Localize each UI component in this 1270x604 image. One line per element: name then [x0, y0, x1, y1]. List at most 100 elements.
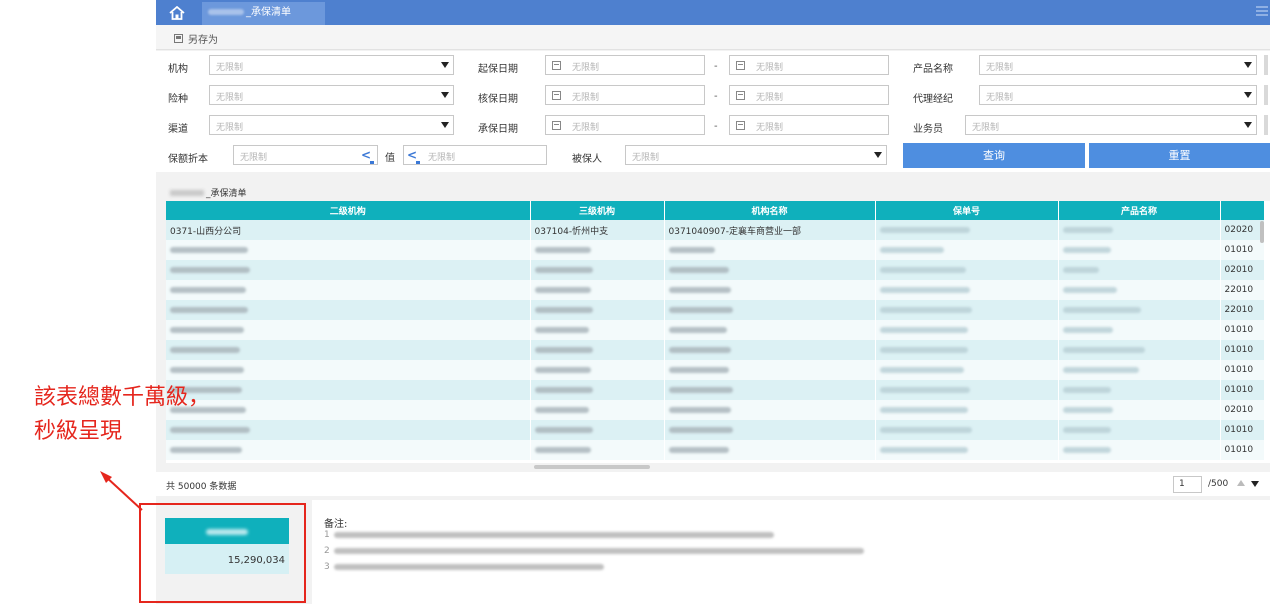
premium-from-input[interactable]: 无限制 [233, 145, 378, 165]
table-cell [664, 320, 876, 340]
redacted-text [534, 306, 593, 313]
class-select[interactable]: 无限制 [209, 85, 454, 105]
column-header[interactable]: 产品名称 [1058, 201, 1221, 220]
table-row[interactable]: 01010 [166, 320, 1265, 340]
home-button[interactable] [156, 0, 198, 25]
note-line: 2 [324, 546, 864, 556]
premium-to-input[interactable]: 无限制 < [403, 145, 547, 165]
calendar-icon [552, 91, 561, 100]
table-row[interactable]: 01010 [166, 380, 1265, 400]
table-row[interactable]: 01010 [166, 240, 1265, 260]
save-as-button[interactable]: 另存为 [174, 31, 218, 46]
pager-bar: 共 50000 条数据 1 /500 [156, 472, 1270, 496]
agent-select[interactable]: 无限制 [979, 85, 1257, 105]
table-cell [664, 400, 876, 420]
class-select-value: 无限制 [216, 93, 244, 103]
table-row[interactable]: 01010 [166, 440, 1265, 460]
redacted-text [879, 286, 970, 293]
column-header[interactable]: 保单号 [875, 201, 1059, 220]
policy-table[interactable]: 二级机构 三级机构 机构名称 保单号 产品名称 0371-山西分公司 037104… [166, 201, 1270, 463]
redacted-text [879, 446, 968, 453]
salesman-select[interactable]: 无限制 [965, 115, 1257, 135]
column-header[interactable]: 二级机构 [166, 201, 531, 220]
table-row[interactable]: 0371-山西分公司 037104-忻州中支 0371040907-定襄车商营业一部… [166, 220, 1265, 240]
table-row[interactable]: 02010 [166, 260, 1265, 280]
table-cell [166, 300, 531, 320]
insured-select[interactable]: 无限制 [625, 145, 887, 165]
redacted-text [879, 246, 944, 253]
column-header[interactable]: 机构名称 [664, 201, 876, 220]
vertical-scrollbar[interactable] [1260, 221, 1264, 243]
tab-policy-list[interactable]: _承保清单 [202, 2, 325, 25]
org-select[interactable]: 无限制 [209, 55, 454, 75]
query-button[interactable]: 查询 [903, 143, 1085, 168]
redacted-text [534, 266, 593, 273]
table-cell [530, 260, 665, 280]
start-date-from-field[interactable]: 无限制 [545, 55, 705, 75]
agent-select-value: 无限制 [986, 93, 1014, 103]
redacted-text [534, 286, 591, 293]
compare-operator-button-2[interactable]: < [407, 146, 423, 164]
table-cell [530, 360, 665, 380]
redacted-text [170, 246, 248, 253]
column-header[interactable] [1220, 201, 1265, 220]
salesman-label: 业务员 [913, 124, 943, 135]
table-row[interactable]: 02010 [166, 400, 1265, 420]
range-separator: - [714, 61, 718, 72]
table-cell [166, 340, 531, 360]
redacted-text [534, 246, 591, 253]
sign-date-from-field[interactable]: 无限制 [545, 85, 705, 105]
page-up-icon[interactable] [1237, 480, 1245, 486]
redacted-text [534, 426, 593, 433]
calendar-icon [736, 121, 745, 130]
table-cell: 22010 [1220, 300, 1265, 320]
agent-label: 代理经纪 [913, 94, 953, 105]
horizontal-scrollbar[interactable] [534, 465, 650, 469]
channel-select[interactable]: 无限制 [209, 115, 454, 135]
table-row[interactable]: 01010 [166, 420, 1265, 440]
product-select-value: 无限制 [986, 63, 1014, 73]
calendar-icon [552, 61, 561, 70]
table-cell [1058, 220, 1221, 240]
table-row[interactable]: 22010 [166, 300, 1265, 320]
table-cell [530, 280, 665, 300]
table-cell [875, 440, 1059, 460]
product-select[interactable]: 无限制 [979, 55, 1257, 75]
start-date-to-field[interactable]: 无限制 [729, 55, 889, 75]
redacted-text [1062, 426, 1111, 433]
redacted-text [170, 366, 244, 373]
panel-edge [1264, 55, 1268, 75]
table-cell [530, 400, 665, 420]
premium-to-label: 值 [385, 153, 395, 164]
insured-select-value: 无限制 [632, 153, 660, 163]
sign-date-to-field[interactable]: 无限制 [729, 85, 889, 105]
table-cell [664, 300, 876, 320]
table-row[interactable]: 22010 [166, 280, 1265, 300]
redacted-text [879, 226, 970, 233]
redacted-text [1062, 386, 1111, 393]
column-header[interactable]: 三级机构 [530, 201, 665, 220]
menu-icon[interactable] [1256, 6, 1268, 16]
channel-label: 渠道 [168, 124, 188, 135]
page-number-input[interactable]: 1 [1173, 476, 1202, 493]
table-cell: 0371040907-定襄车商营业一部 [664, 220, 876, 240]
table-cell [530, 240, 665, 260]
page-down-icon[interactable] [1251, 481, 1259, 487]
range-separator: - [714, 91, 718, 102]
redacted-text [208, 9, 244, 15]
issue-date-from-field[interactable]: 无限制 [545, 115, 705, 135]
table-cell [875, 320, 1059, 340]
list-title: _承保清单 [170, 186, 247, 199]
redacted-text [170, 326, 244, 333]
table-cell [166, 360, 531, 380]
compare-operator-button[interactable]: < [361, 146, 377, 164]
redacted-text [879, 366, 964, 373]
table-row[interactable]: 01010 [166, 360, 1265, 380]
table-row[interactable]: 01010 [166, 340, 1265, 360]
issue-date-to-field[interactable]: 无限制 [729, 115, 889, 135]
redacted-text [668, 446, 729, 453]
table-cell [530, 420, 665, 440]
save-as-label: 另存为 [188, 35, 218, 46]
redacted-text [1062, 286, 1117, 293]
reset-button[interactable]: 重置 [1089, 143, 1270, 168]
